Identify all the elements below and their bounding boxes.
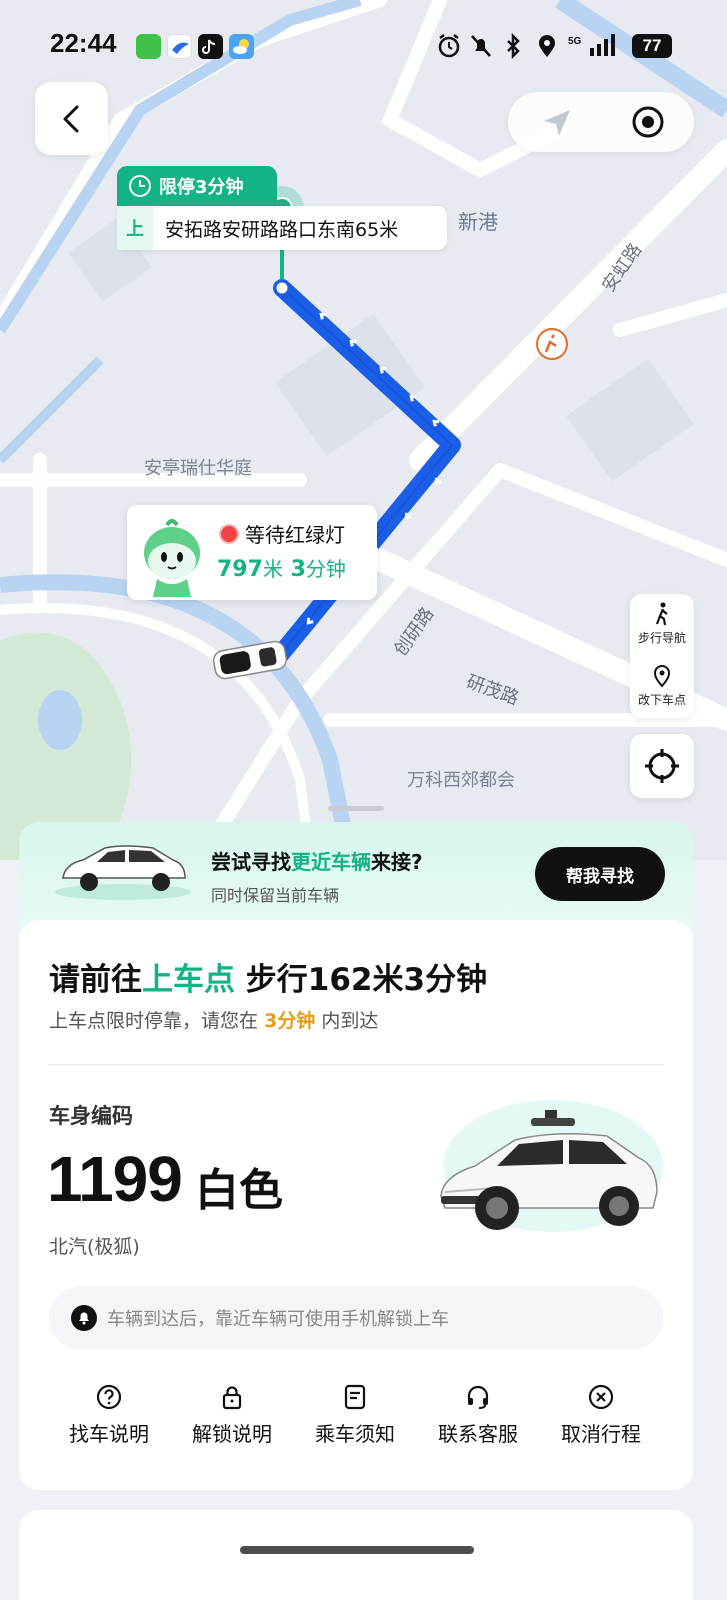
vehicle-brand: 北汽(极狐)	[49, 1236, 140, 1258]
ride-notice-label: 乘车须知	[315, 1422, 395, 1446]
question-prefix: 尝试寻找	[211, 850, 291, 874]
headset-icon	[467, 1385, 489, 1409]
ride-notice-button[interactable]: 乘车须知	[295, 1384, 415, 1447]
vehicle-status-text: 等待红绿灯	[245, 523, 345, 547]
walk-navigation-button[interactable]: 步行导航	[630, 602, 694, 646]
suv-icon	[55, 845, 191, 900]
subline-suffix: 内到达	[321, 1010, 379, 1032]
clock-time: 22:44	[50, 28, 117, 58]
bird-app-icon	[167, 34, 192, 59]
battery-level: 77	[632, 34, 672, 58]
subline-prefix: 上车点限时停靠，请您在	[49, 1010, 259, 1032]
change-dropoff-label: 改下车点	[637, 693, 686, 707]
pickup-time-limit-text: 限停3分钟	[159, 177, 244, 198]
weather-icon	[229, 34, 254, 59]
next-card-peek	[19, 1510, 693, 1600]
pickup-time-limit-note: 上车点限时停靠，请您在 3分钟 内到达	[49, 1006, 378, 1033]
vehicle-status-card: 等待红绿灯 797米 3分钟	[127, 505, 377, 600]
find-car-guide-label: 找车说明	[69, 1422, 149, 1446]
pickup-marker-badge: 上	[117, 206, 153, 250]
walk-to-pickup-headline: 请前往上车点 步行162米3分钟	[49, 954, 487, 999]
headline-highlight: 上车点	[142, 962, 235, 998]
vehicle-status-title: 等待红绿灯	[219, 519, 345, 548]
document-icon	[344, 1384, 366, 1410]
divider	[49, 1064, 663, 1065]
question-highlight: 更近车辆	[291, 850, 371, 874]
home-indicator[interactable]	[240, 1546, 474, 1554]
question-suffix: 来接?	[371, 850, 423, 874]
map-poi-label: 安亭瑞仕华庭	[144, 458, 252, 479]
vehicle-eta: 797米 3分钟	[217, 553, 346, 582]
eta-distance-unit: 米	[262, 557, 283, 581]
bell-icon	[71, 1305, 97, 1331]
trip-info-card: 请前往上车点 步行162米3分钟 上车点限时停靠，请您在 3分钟 内到达 车身编…	[19, 920, 693, 1490]
unlock-notice-text: 车辆到达后，靠近车辆可使用手机解锁上车	[107, 1309, 449, 1330]
5g-signal-icon: 5G	[568, 34, 615, 56]
eta-duration: 3	[290, 557, 306, 582]
headline-suffix: 步行162米3分钟	[245, 962, 488, 998]
alarm-icon	[438, 34, 460, 58]
contact-support-button[interactable]: 联系客服	[418, 1384, 538, 1447]
pickup-address-label[interactable]: 上 安拓路安研路路口东南65米	[117, 206, 447, 250]
location-icon	[539, 35, 555, 57]
subline-highlight: 3分钟	[264, 1010, 316, 1032]
cancel-trip-button[interactable]: 取消行程	[541, 1384, 661, 1447]
crosshair-icon	[645, 749, 679, 783]
change-dropoff-button[interactable]: 改下车点	[630, 664, 694, 708]
robotaxi-car-image	[440, 1100, 663, 1232]
mascot-icon	[144, 519, 200, 597]
lock-icon	[222, 1386, 242, 1410]
vehicle-color: 白色	[195, 1165, 283, 1216]
cancel-icon	[588, 1384, 614, 1410]
vehicle-code-label: 车身编码	[49, 1104, 133, 1128]
map-poi-label: 万科西郊都会	[407, 770, 515, 791]
location-pin-icon	[653, 665, 671, 688]
question-icon	[96, 1384, 122, 1410]
unlock-notice: 车辆到达后，靠近车辆可使用手机解锁上车	[49, 1286, 663, 1350]
vehicle-code-number: 1199	[47, 1143, 183, 1215]
map-poi-label: 新港	[458, 210, 498, 234]
unlock-guide-label: 解锁说明	[192, 1422, 272, 1446]
bluetooth-icon	[507, 32, 520, 60]
pickup-address-text: 安拓路安研路路口东南65米	[165, 218, 399, 241]
eta-duration-unit: 分钟	[305, 557, 346, 581]
find-closer-subtitle: 同时保留当前车辆	[211, 886, 340, 905]
trip-actions: 找车说明 解锁说明 乘车须知 联系客服 取消行程	[49, 1384, 663, 1464]
cancel-trip-label: 取消行程	[561, 1422, 641, 1446]
tiktok-icon	[198, 34, 223, 59]
eta-distance: 797	[217, 557, 263, 582]
contact-support-label: 联系客服	[438, 1422, 518, 1446]
map-view[interactable]: 22:44 5G 77 限停3分钟 上 安拓路安研路路口东南65米 安亭瑞仕华庭…	[0, 0, 727, 860]
red-light-icon	[219, 523, 239, 544]
walking-icon	[655, 602, 668, 626]
mute-icon	[471, 35, 491, 57]
headline-prefix: 请前往	[49, 962, 142, 998]
map-side-tools: 步行导航 改下车点	[630, 594, 694, 718]
back-button[interactable]	[35, 82, 108, 155]
walk-navigation-label: 步行导航	[637, 631, 686, 645]
clock-icon	[129, 175, 151, 197]
map-controls-pill	[508, 92, 694, 152]
navigation-arrow-icon[interactable]	[540, 106, 574, 140]
sheet-drag-handle[interactable]	[328, 806, 384, 811]
messages-icon	[136, 34, 161, 59]
recenter-target-icon[interactable]	[630, 104, 666, 140]
find-car-guide-button[interactable]: 找车说明	[49, 1384, 169, 1447]
svg-text:5G: 5G	[568, 36, 582, 47]
chevron-left-icon	[63, 105, 78, 132]
help-me-find-button[interactable]: 帮我寻找	[535, 847, 665, 901]
status-bar: 22:44 5G 77	[0, 0, 727, 92]
unlock-guide-button[interactable]: 解锁说明	[172, 1384, 292, 1447]
locate-me-button[interactable]	[630, 734, 694, 798]
pickup-time-limit-tag: 限停3分钟	[117, 166, 277, 206]
find-closer-question: 尝试寻找更近车辆来接?	[211, 846, 423, 875]
